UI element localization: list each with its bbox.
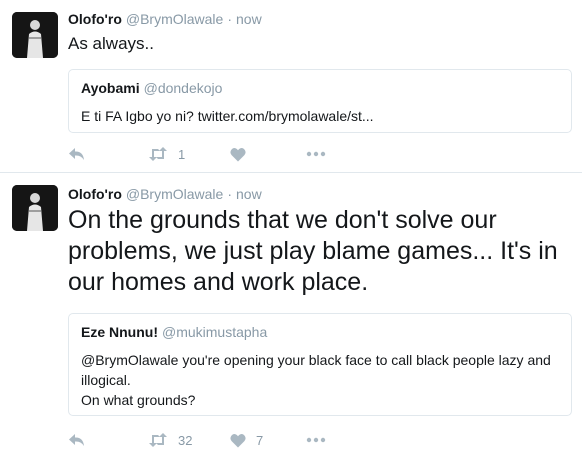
tweet-header: Olofo'ro @BrymOlawale · now [68,11,262,27]
tweet-time[interactable]: now [236,186,262,202]
retweet-count: 32 [178,432,193,448]
separator-dot: · [227,186,232,202]
separator-dot: · [227,11,232,27]
more-icon [306,437,326,443]
reply-icon [69,148,84,160]
avatar[interactable] [12,12,58,58]
avatar[interactable] [12,185,58,231]
avatar-image [12,185,58,231]
tweet-text: On the grounds that we don't solve our p… [68,206,558,296]
tweet-actions: 32 7 [68,430,326,450]
tweet-1: Olofo'ro @BrymOlawale · now As always.. Ayo… [0,0,582,170]
reply-button[interactable] [68,146,148,162]
more-button[interactable] [306,151,326,157]
reply-icon [69,434,84,446]
quoted-author-handle: @dondekojo [143,80,223,96]
quoted-tweet[interactable]: Ayobami @dondekojo E ti FA Igbo yo ni? tw… [68,69,572,133]
tweet-time[interactable]: now [236,11,262,27]
author-handle[interactable]: @BrymOlawale [126,186,223,202]
quoted-author-name: Ayobami [81,80,140,96]
quoted-text: @BrymOlawale you're opening your black f… [81,352,551,408]
avatar-image [12,12,58,58]
retweet-button[interactable]: 32 [148,433,230,448]
heart-icon [230,147,246,161]
like-button[interactable] [230,147,306,162]
retweet-button[interactable]: 1 [148,147,230,162]
quoted-author-name: Eze Nnunu! [81,324,158,340]
like-button[interactable]: 7 [230,433,306,448]
tweet-text: As always.. [68,34,154,53]
tweet-2: Olofo'ro @BrymOlawale · now On the grounds … [0,173,582,456]
retweet-icon [149,433,167,447]
author-name[interactable]: Olofo'ro [68,186,122,202]
quoted-tweet[interactable]: Eze Nnunu! @mukimustapha @BrymOlawale you… [68,313,572,416]
quoted-text: E ti FA Igbo yo ni? twitter.com/brymolaw… [81,108,374,124]
retweet-icon [149,147,167,161]
retweet-count: 1 [178,146,186,162]
quoted-author-handle: @mukimustapha [162,324,268,340]
more-icon [306,151,326,157]
tweet-actions: 1 [68,144,326,164]
tweet-header: Olofo'ro @BrymOlawale · now [68,186,262,202]
like-count: 7 [256,432,264,448]
author-name[interactable]: Olofo'ro [68,11,122,27]
heart-icon [230,433,246,447]
more-button[interactable] [306,437,326,443]
reply-button[interactable] [68,432,148,448]
author-handle[interactable]: @BrymOlawale [126,11,223,27]
